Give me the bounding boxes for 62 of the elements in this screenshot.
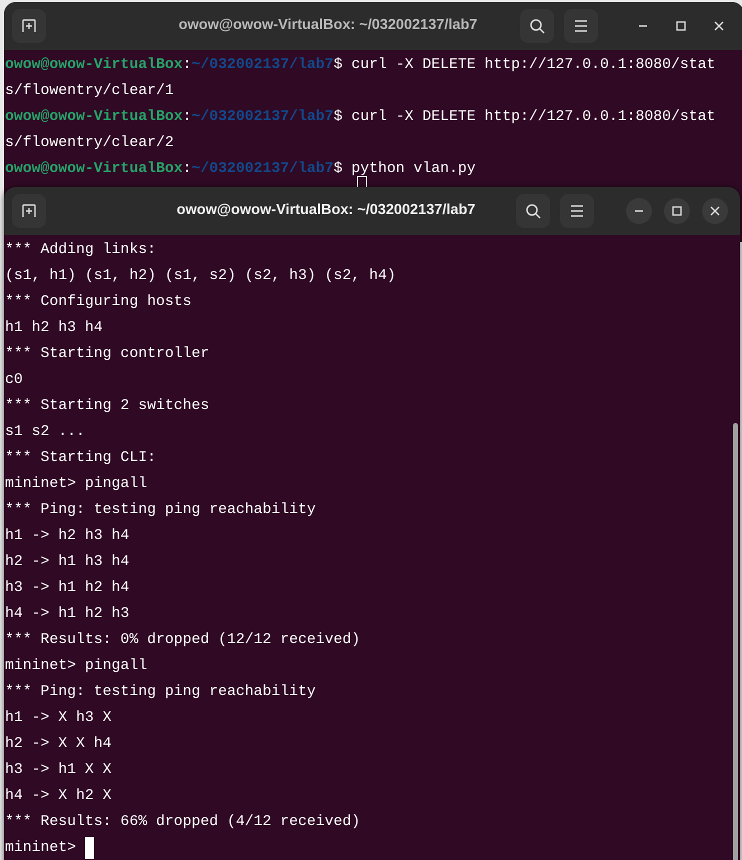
terminal-text: owow@owow-VirtualBox — [5, 160, 183, 179]
terminal-text: (s1, h1) (s1, h2) (s1, s2) (s2, h3) (s2, h4) — [5, 267, 396, 286]
terminal-text: s/flowentry/clear/1 — [5, 82, 174, 101]
search-button[interactable] — [520, 9, 554, 43]
terminal-text: mininet> pingall — [5, 475, 148, 494]
minimize-icon — [638, 25, 648, 27]
terminal-text: ~/032002137/lab7 — [191, 56, 334, 75]
menu-button[interactable] — [560, 194, 594, 228]
terminal-text: s1 s2 ... — [5, 423, 85, 442]
new-tab-button[interactable] — [12, 9, 46, 43]
terminal-text: *** Starting controller — [5, 345, 210, 364]
menu-icon — [570, 205, 584, 217]
terminal-text: ~/032002137/lab7 — [191, 108, 334, 127]
scrollbar[interactable] — [733, 423, 738, 860]
terminal-text: *** Starting 2 switches — [5, 397, 210, 416]
maximize-icon — [676, 21, 686, 31]
terminal-text: *** Ping: testing ping reachability — [5, 683, 316, 702]
terminal-text: $ python vlan.py — [334, 160, 476, 179]
terminal-text: h1 h2 h3 h4 — [5, 319, 103, 338]
terminal-text: h1 -> X h3 X — [5, 709, 112, 728]
terminal-text: *** Starting CLI: — [5, 449, 156, 468]
terminal-text: owow@owow-VirtualBox — [5, 108, 183, 127]
terminal-text: h3 -> h1 X X — [5, 761, 112, 780]
terminal-text: *** Configuring hosts — [5, 293, 192, 312]
search-button[interactable] — [516, 194, 550, 228]
terminal-text: : — [182, 108, 192, 127]
menu-button[interactable] — [564, 9, 598, 43]
terminal-text: s/flowentry/clear/2 — [5, 134, 174, 153]
search-icon — [529, 18, 545, 34]
close-button[interactable] — [702, 198, 728, 224]
terminal-text: h2 -> X X h4 — [5, 735, 112, 754]
search-icon — [525, 203, 541, 219]
terminal-text: : — [182, 56, 192, 75]
terminal-text: $ curl -X DELETE http://127.0.0.1:8080/stat — [334, 56, 716, 75]
terminal-text: h3 -> h1 h2 h4 — [5, 579, 130, 598]
minimize-icon — [634, 210, 644, 212]
terminal-text: c0 — [5, 371, 23, 390]
close-icon — [710, 206, 720, 216]
maximize-icon — [672, 206, 682, 216]
close-icon — [714, 21, 724, 31]
window-title: owow@owow-VirtualBox: ~/032002137/lab7 — [178, 16, 478, 36]
terminal-text: h1 -> h2 h3 h4 — [5, 527, 130, 546]
new-tab-icon — [21, 18, 37, 34]
menu-icon — [574, 20, 588, 32]
terminal-text: $ curl -X DELETE http://127.0.0.1:8080/stat — [334, 108, 716, 127]
new-tab-button[interactable] — [12, 194, 46, 228]
terminal-text: *** Ping: testing ping reachability — [5, 501, 316, 520]
terminal-text: h4 -> h1 h2 h3 — [5, 605, 130, 624]
terminal-text: *** Results: 0% dropped (12/12 received) — [5, 631, 360, 650]
terminal-text: owow@owow-VirtualBox — [5, 56, 183, 75]
terminal-text: mininet> — [5, 839, 78, 858]
terminal-text: *** Results: 66% dropped (4/12 received) — [5, 813, 360, 832]
terminal-text: h2 -> h1 h3 h4 — [5, 553, 130, 572]
terminal-text: : — [182, 160, 192, 179]
terminal-text: h4 -> X h2 X — [5, 787, 112, 806]
maximize-button[interactable] — [664, 198, 690, 224]
window-title: owow@owow-VirtualBox: ~/032002137/lab7 — [176, 201, 476, 220]
minimize-button[interactable] — [626, 198, 652, 224]
terminal-text: mininet> pingall — [5, 657, 148, 676]
new-tab-icon — [21, 203, 37, 219]
terminal-text: *** Adding links: — [5, 241, 156, 260]
terminal-text: ~/032002137/lab7 — [191, 160, 334, 179]
